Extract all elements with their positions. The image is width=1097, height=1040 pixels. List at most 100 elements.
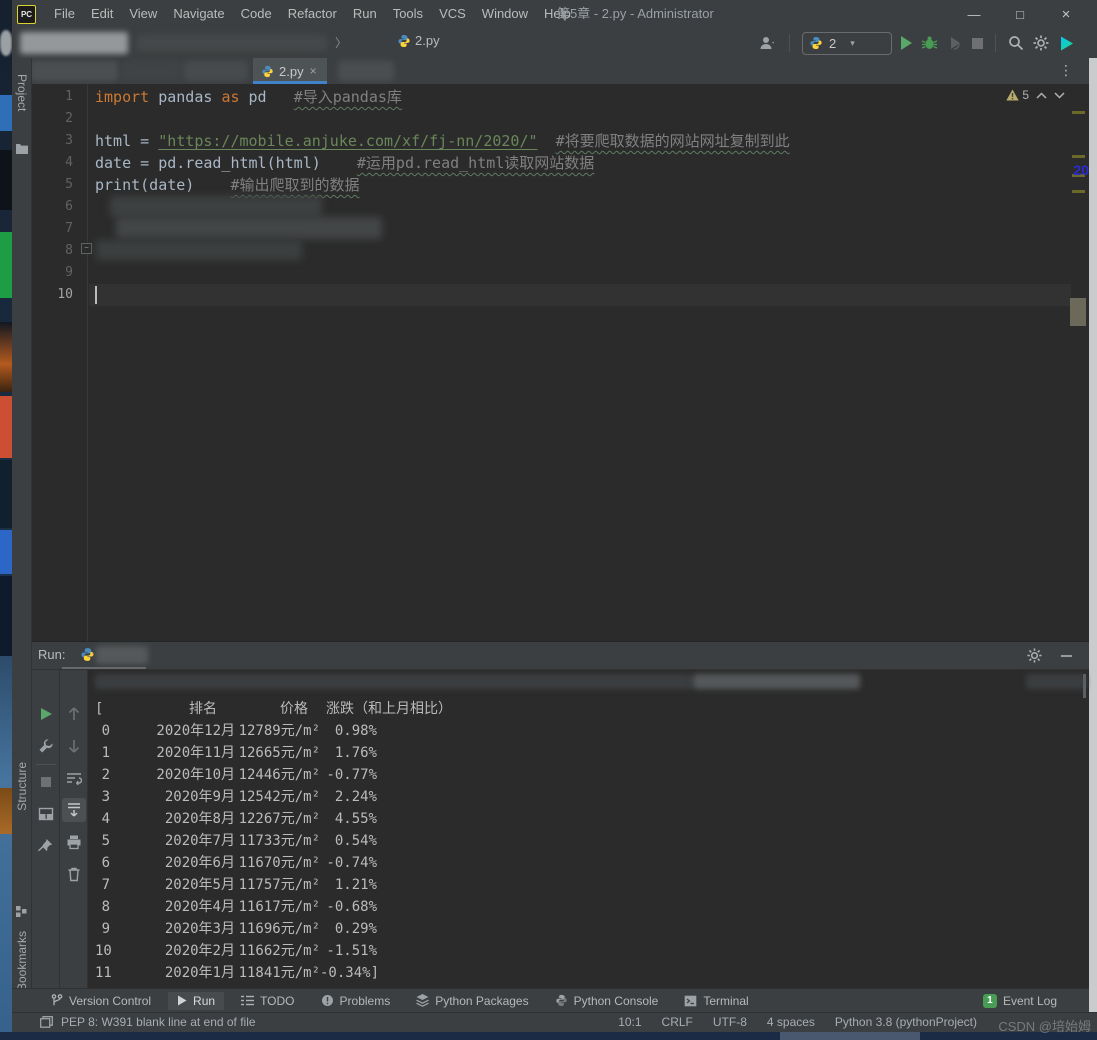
tool-button-label: TODO [260,994,294,1008]
menu-item-window[interactable]: Window [474,0,536,28]
tool-button-terminal[interactable]: Terminal [675,992,757,1010]
tool-button-bookmarks[interactable]: Bookmarks [15,931,29,991]
todo-list-icon [241,995,254,1006]
menu-item-refactor[interactable]: Refactor [280,0,345,28]
editor-tab-bar: 2.py × ⋮ [12,58,1089,84]
soft-wrap-icon[interactable] [66,770,82,786]
indent-setting[interactable]: 4 spaces [767,1015,815,1029]
text-caret [95,286,97,304]
code-line-3[interactable]: html = "https://mobile.anjuke.com/xf/fj-… [95,130,790,152]
tab-2py[interactable]: 2.py × [253,58,327,84]
tool-button-python-packages[interactable]: Python Packages [407,992,537,1010]
tool-button-problems[interactable]: Problems [312,992,400,1010]
event-log-label: Event Log [1003,994,1057,1008]
fold-marker-icon[interactable]: − [81,243,92,254]
panel-toggle-icon[interactable] [40,1016,53,1028]
run-toolbar-right [60,670,88,989]
censored-code [96,240,302,260]
scroll-to-end-icon[interactable] [66,802,82,818]
menu-item-run[interactable]: Run [345,0,385,28]
debug-button[interactable] [921,35,938,51]
tool-button-todo[interactable]: TODO [232,992,303,1010]
tool-button-version-control[interactable]: Version Control [42,992,160,1010]
menu-item-file[interactable]: File [46,0,83,28]
minimize-button[interactable]: — [965,7,983,22]
search-everywhere-icon[interactable] [1008,35,1024,51]
branch-icon [51,994,63,1007]
hide-panel-icon[interactable] [1060,649,1073,662]
menu-bar: FileEditViewNavigateCodeRefactorRunTools… [46,0,579,28]
up-stack-trace-icon [66,706,82,722]
print-icon[interactable] [66,834,82,850]
python-interpreter[interactable]: Python 3.8 (pythonProject) [835,1015,977,1029]
tool-button-project[interactable]: Project [15,74,29,111]
output-cell-idx: 8 [95,896,110,918]
menu-item-vcs[interactable]: VCS [431,0,474,28]
breadcrumb-file[interactable]: 2.py [397,33,440,48]
rerun-button[interactable] [38,706,54,722]
output-cell-month: 2020年8月 [110,808,235,830]
user-account-icon[interactable] [759,35,777,51]
next-warning-icon[interactable] [1054,92,1065,99]
title-bar: PC FileEditViewNavigateCodeRefactorRunTo… [12,0,1097,28]
code-line-4[interactable]: date = pd.read_html(html) #运用pd.read_htm… [95,152,594,174]
output-cell-month: 2020年11月 [110,742,235,764]
event-log-button[interactable]: 1 Event Log [983,994,1057,1008]
menu-item-edit[interactable]: Edit [83,0,121,28]
restore-layout-icon[interactable] [38,806,54,822]
line-number-4: 4 [32,152,87,174]
output-rows: 02020年12月12789元/m²0.98%12020年11月12665元/m… [95,720,1085,984]
output-row-4: 42020年8月12267元/m²4.55% [95,808,1085,830]
code-token-plain [267,88,294,106]
console-scrollbar-thumb[interactable] [1083,674,1086,698]
clear-all-trash-icon[interactable] [66,866,82,882]
desktop-icon-fragment [0,530,12,574]
edit-wrench-icon[interactable] [38,738,54,754]
output-cell-change: -0.77% [320,764,377,786]
output-cell-change: -0.34%] [320,962,377,984]
censored-breadcrumb [137,35,327,51]
tab-options-icon[interactable]: ⋮ [1059,62,1073,79]
output-cell-month: 2020年4月 [110,896,235,918]
pin-icon[interactable] [38,838,54,854]
menu-item-tools[interactable]: Tools [385,0,431,28]
warning-count: 5 [1022,88,1029,102]
run-console-output[interactable]: [ 排名 价格 涨跌（和上月相比） 02020年12月12789元/m²0.98… [88,670,1085,989]
python-file-icon [397,34,411,48]
code-editor[interactable]: 12345678910 import pandas as pd #导入panda… [32,84,1089,641]
maximize-button[interactable]: □ [1011,7,1029,22]
status-message: PEP 8: W391 blank line at end of file [61,1015,256,1029]
close-button[interactable]: × [1057,6,1075,23]
menu-item-navigate[interactable]: Navigate [165,0,232,28]
settings-gear-icon[interactable] [1033,35,1049,51]
pycharm-logo-icon: PC [17,5,36,24]
inspection-widget[interactable]: 5 [1006,88,1065,102]
warning-stripe-mark[interactable] [1072,155,1085,158]
run-button[interactable] [901,36,912,50]
output-cell-month: 2020年12月 [110,720,235,742]
warning-stripe-mark[interactable] [1072,190,1085,193]
output-cell-month: 2020年5月 [110,874,235,896]
caret-position[interactable]: 10:1 [618,1015,641,1029]
prev-warning-icon[interactable] [1036,92,1047,99]
censored-code [110,196,322,217]
censored-tab [30,61,118,81]
output-cell-idx: 0 [95,720,110,742]
file-encoding[interactable]: UTF-8 [713,1015,747,1029]
run-settings-gear-icon[interactable] [1027,648,1042,663]
warning-stripe-mark[interactable] [1072,111,1085,114]
menu-item-code[interactable]: Code [233,0,280,28]
plugin-logo-icon[interactable] [1058,35,1075,52]
tool-button-run[interactable]: Run [168,992,224,1010]
menu-item-view[interactable]: View [121,0,165,28]
tool-button-python-console[interactable]: Python Console [546,992,668,1010]
tab-close-icon[interactable]: × [310,64,317,78]
run-configuration-select[interactable]: 2 ▾ [802,32,892,55]
line-ending[interactable]: CRLF [662,1015,693,1029]
editor-scrollbar-thumb[interactable] [1070,298,1086,326]
left-tool-strip: Project Structure Bookmarks [12,58,32,1012]
current-line-highlight [89,284,1071,306]
tool-button-structure[interactable]: Structure [15,762,29,811]
code-line-1[interactable]: import pandas as pd #导入pandas库 [95,86,402,108]
code-line-5[interactable]: print(date) #输出爬取到的数据 [95,174,360,196]
